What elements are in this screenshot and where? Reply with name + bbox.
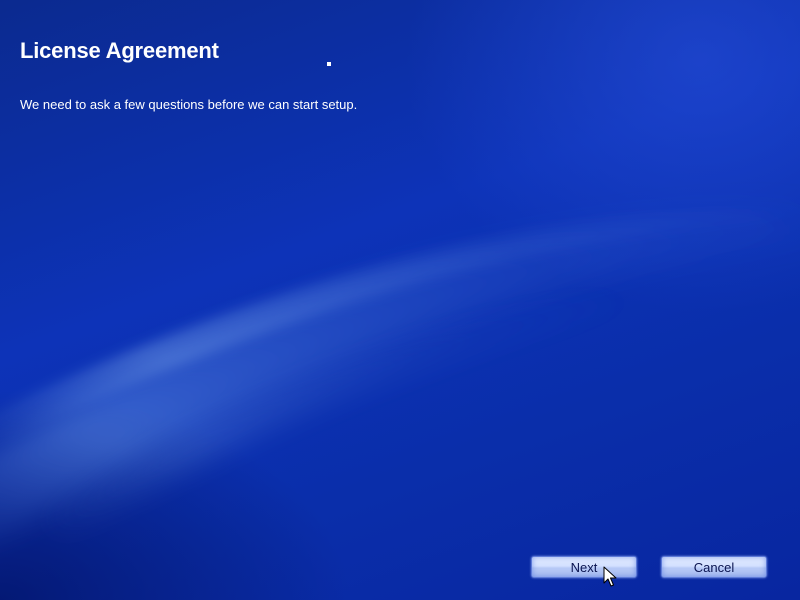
cancel-button[interactable]: Cancel bbox=[661, 556, 767, 578]
decorative-dot bbox=[327, 62, 331, 66]
arrow-cursor-icon bbox=[603, 566, 617, 587]
wallpaper-background bbox=[0, 0, 800, 600]
light-swoosh bbox=[0, 196, 800, 540]
next-button[interactable]: Next bbox=[531, 556, 637, 578]
page-title: License Agreement bbox=[20, 38, 219, 63]
page-subtitle: We need to ask a few questions before we… bbox=[20, 97, 358, 112]
